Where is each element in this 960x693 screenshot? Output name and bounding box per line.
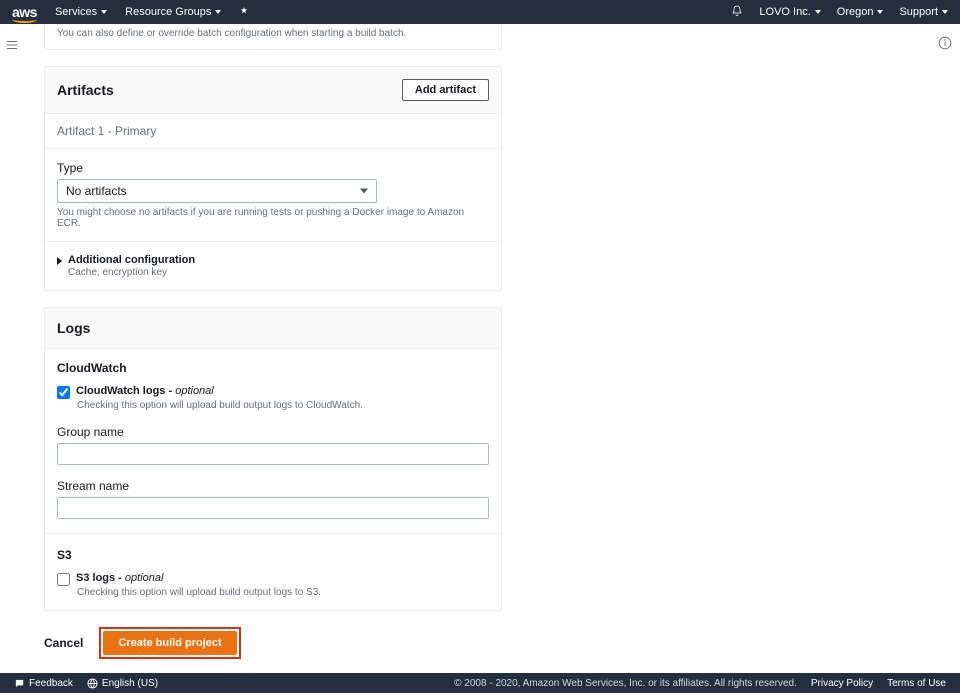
divider bbox=[45, 533, 501, 534]
stream-name-label: Stream name bbox=[57, 479, 489, 493]
cancel-button[interactable]: Cancel bbox=[44, 636, 83, 650]
language-label: English (US) bbox=[102, 678, 158, 689]
artifact-type-value: No artifacts bbox=[66, 184, 127, 198]
chevron-down-icon bbox=[815, 10, 821, 14]
stream-name-input[interactable] bbox=[57, 497, 489, 519]
nav-region[interactable]: Oregon bbox=[837, 6, 884, 18]
additional-config-title: Additional configuration bbox=[68, 254, 195, 266]
info-icon[interactable] bbox=[938, 36, 952, 53]
nav-services[interactable]: Services bbox=[55, 6, 107, 18]
artifact-type-help: You might choose no artifacts if you are… bbox=[57, 207, 489, 229]
chevron-down-icon bbox=[360, 189, 368, 194]
logs-title: Logs bbox=[57, 320, 90, 336]
s3-logs-checkbox[interactable] bbox=[57, 573, 70, 586]
chevron-down-icon bbox=[942, 10, 948, 14]
chevron-down-icon bbox=[877, 10, 883, 14]
cloudwatch-logs-optional: optional bbox=[175, 385, 214, 397]
s3-logs-optional: optional bbox=[125, 572, 164, 584]
nav-account[interactable]: LOVO Inc. bbox=[759, 6, 820, 18]
group-name-label: Group name bbox=[57, 425, 489, 439]
create-button-highlight: Create build project bbox=[99, 627, 240, 659]
additional-config-expander[interactable]: Additional configuration Cache, encrypti… bbox=[57, 254, 489, 278]
chevron-down-icon bbox=[101, 10, 107, 14]
language-selector[interactable]: English (US) bbox=[87, 678, 158, 689]
triangle-right-icon bbox=[57, 257, 62, 265]
nav-resource-groups[interactable]: Resource Groups bbox=[125, 6, 221, 18]
artifact-type-label: Type bbox=[57, 161, 489, 175]
nav-services-label: Services bbox=[55, 6, 97, 18]
artifact-subtitle: Artifact 1 - Primary bbox=[45, 114, 501, 149]
chevron-down-icon bbox=[215, 10, 221, 14]
cloudwatch-section-title: CloudWatch bbox=[57, 361, 489, 375]
nav-resource-groups-label: Resource Groups bbox=[125, 6, 211, 18]
cloudwatch-logs-desc: Checking this option will upload build o… bbox=[77, 400, 489, 411]
sidebar-toggle[interactable] bbox=[0, 24, 24, 673]
cloudwatch-logs-checkbox[interactable] bbox=[57, 386, 70, 399]
form-actions: Cancel Create build project bbox=[44, 627, 502, 659]
globe-icon bbox=[87, 678, 98, 689]
nav-account-label: LOVO Inc. bbox=[759, 6, 810, 18]
create-build-project-button[interactable]: Create build project bbox=[103, 631, 236, 655]
footer: Feedback English (US) © 2008 - 2020, Ama… bbox=[0, 673, 960, 693]
group-name-input[interactable] bbox=[57, 443, 489, 465]
s3-logs-label: S3 logs - optional bbox=[76, 572, 163, 584]
batch-config-panel-bottom: You can also define or override batch co… bbox=[44, 24, 502, 50]
additional-config-sub: Cache, encryption key bbox=[68, 267, 195, 278]
notifications-icon[interactable] bbox=[731, 5, 743, 20]
copyright-text: © 2008 - 2020, Amazon Web Services, Inc.… bbox=[454, 678, 797, 689]
artifacts-panel: Artifacts Add artifact Artifact 1 - Prim… bbox=[44, 66, 502, 291]
s3-section-title: S3 bbox=[57, 548, 489, 562]
feedback-link[interactable]: Feedback bbox=[14, 678, 73, 689]
s3-logs-desc: Checking this option will upload build o… bbox=[77, 587, 489, 598]
aws-logo[interactable]: aws bbox=[12, 4, 37, 20]
artifacts-title: Artifacts bbox=[57, 82, 114, 98]
cloudwatch-logs-label-text: CloudWatch logs - bbox=[76, 385, 175, 397]
add-artifact-button[interactable]: Add artifact bbox=[402, 79, 489, 101]
privacy-policy-link[interactable]: Privacy Policy bbox=[811, 678, 873, 689]
artifact-type-select[interactable]: No artifacts bbox=[57, 179, 377, 203]
nav-support-label: Support bbox=[899, 6, 938, 18]
feedback-label: Feedback bbox=[29, 678, 73, 689]
pin-icon[interactable] bbox=[239, 5, 249, 19]
nav-support[interactable]: Support bbox=[899, 6, 948, 18]
s3-logs-label-text: S3 logs - bbox=[76, 572, 125, 584]
nav-region-label: Oregon bbox=[837, 6, 874, 18]
top-nav: aws Services Resource Groups LOVO Inc. O… bbox=[0, 0, 960, 24]
batch-config-desc: You can also define or override batch co… bbox=[57, 28, 489, 39]
chat-icon bbox=[14, 678, 25, 689]
logs-panel: Logs CloudWatch CloudWatch logs - option… bbox=[44, 307, 502, 611]
cloudwatch-logs-label: CloudWatch logs - optional bbox=[76, 385, 214, 397]
terms-of-use-link[interactable]: Terms of Use bbox=[887, 678, 946, 689]
